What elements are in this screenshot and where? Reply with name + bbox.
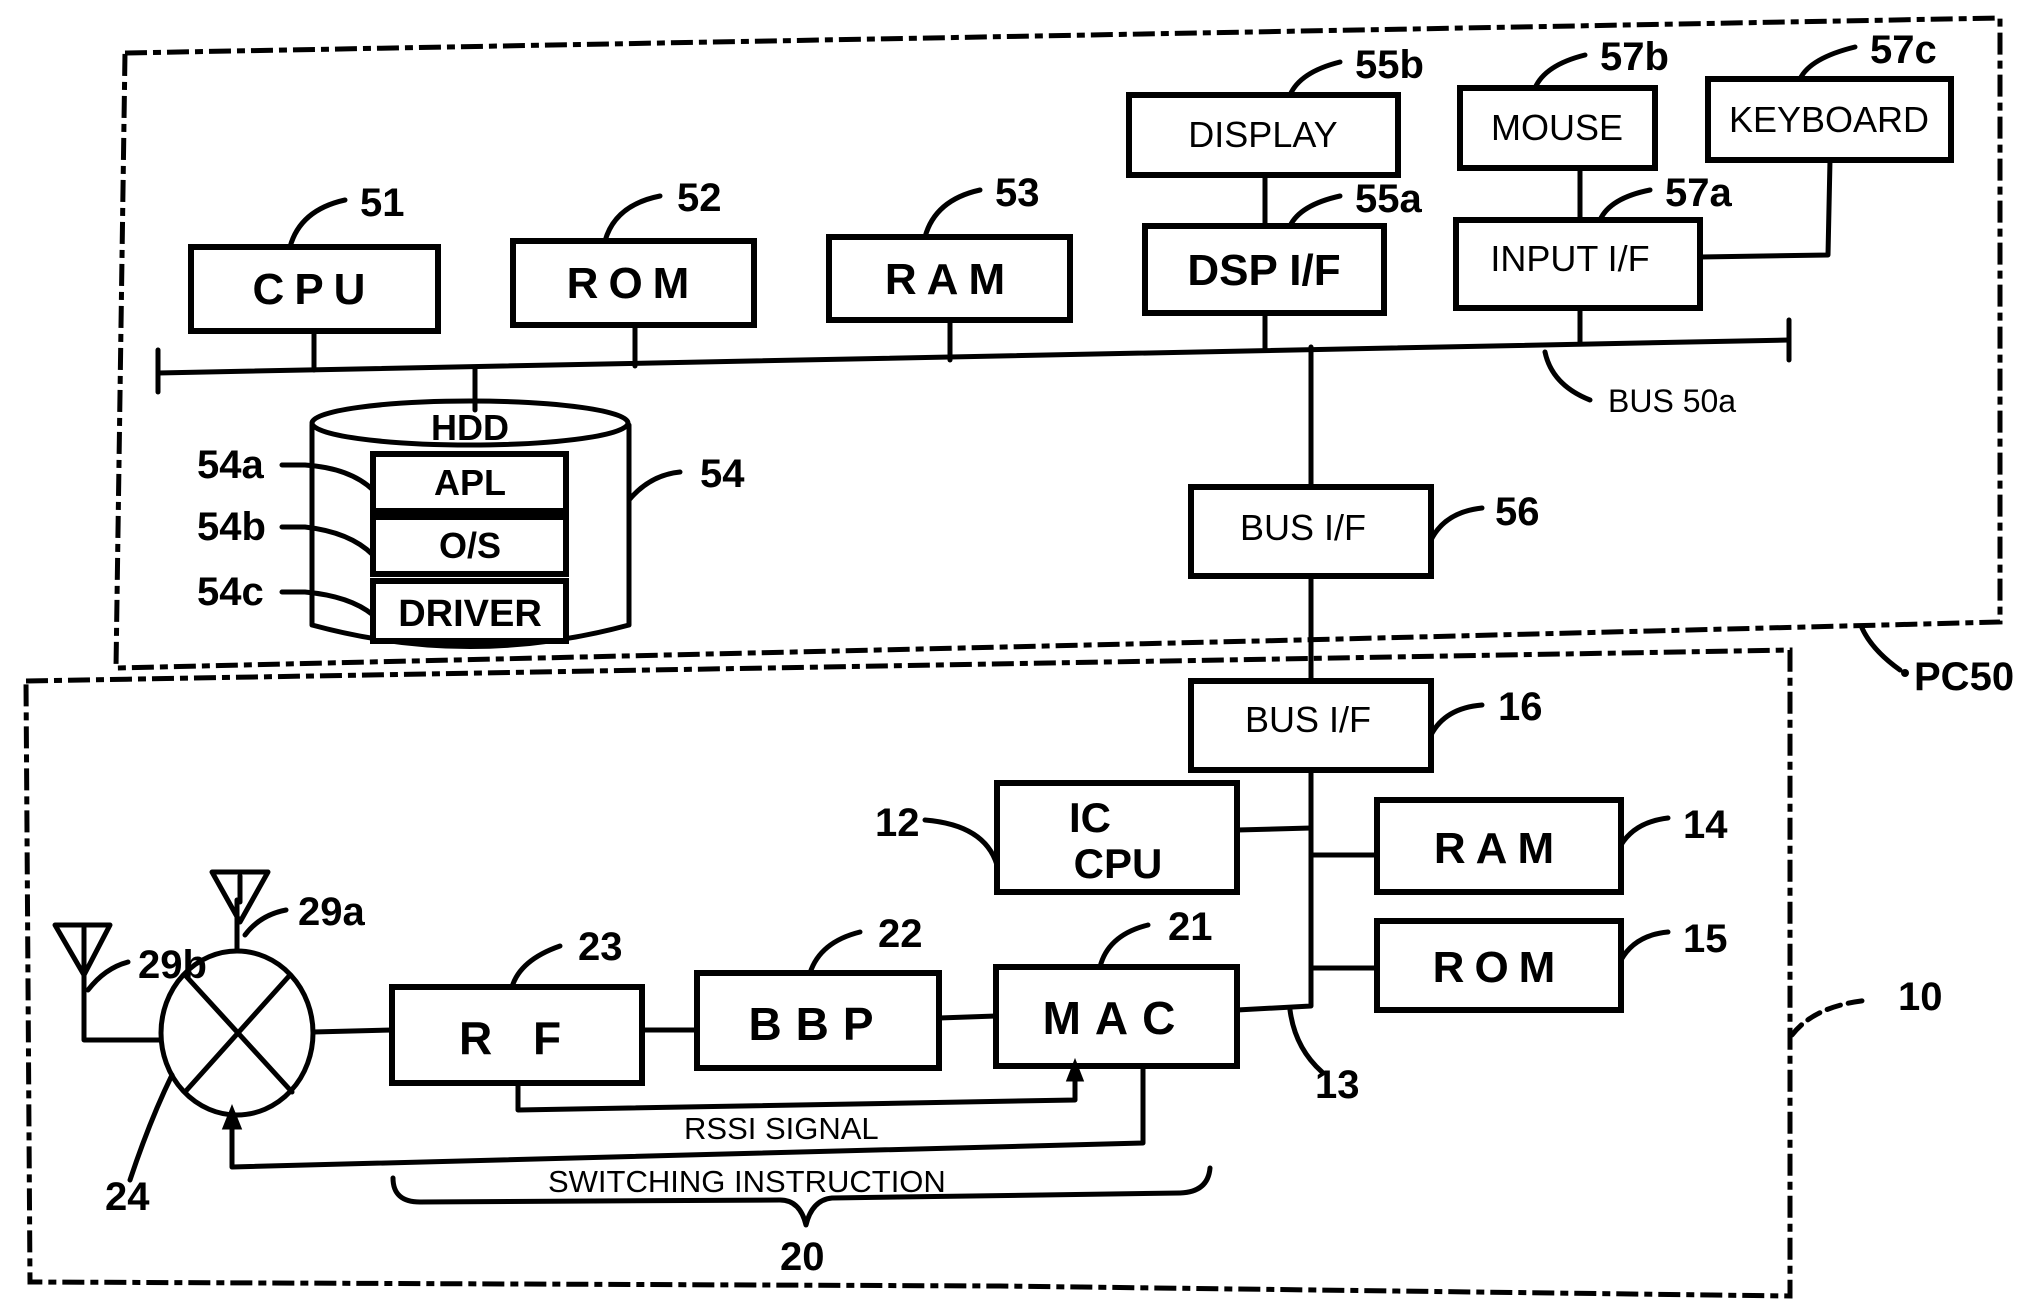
hdd-driver-label: DRIVER bbox=[398, 593, 542, 635]
pc-keyboard-ref: 57c bbox=[1870, 28, 1937, 72]
pc-cpu-label: CPU bbox=[253, 265, 376, 314]
hdd-os-label: O/S bbox=[439, 525, 501, 566]
block-diagram: PC50 BUS 50a CPU 51 ROM 52 RAM 53 DISPLA… bbox=[23, 15, 2014, 1299]
card-bus-ref: 13 bbox=[1287, 1007, 1360, 1107]
antenna-29a-ref: 29a bbox=[298, 890, 365, 934]
pc-cpu-ref: 51 bbox=[360, 181, 405, 225]
pc-cpu-block: CPU 51 bbox=[188, 181, 441, 373]
pc-input-if-ref: 57a bbox=[1665, 171, 1732, 215]
pc-keyboard-block: KEYBOARD 57c bbox=[1697, 28, 1954, 260]
card-mac-label: MAC bbox=[1043, 992, 1190, 1044]
switching-arrowhead-icon bbox=[221, 1103, 243, 1130]
pc-rom-ref: 52 bbox=[677, 176, 722, 220]
pc-ram-block: RAM 53 bbox=[826, 171, 1073, 363]
pc-ram-ref: 53 bbox=[995, 171, 1040, 215]
card-rom-block: ROM 15 bbox=[1308, 917, 1728, 1013]
card-bus-if-block: BUS I/F 16 bbox=[1188, 678, 1543, 773]
pc-dsp-if-ref: 55a bbox=[1355, 177, 1422, 221]
card-mac-block: MAC 21 bbox=[993, 905, 1240, 1069]
pc-rom-block: ROM 52 bbox=[510, 176, 757, 369]
card-bus-ref-label: 13 bbox=[1315, 1063, 1360, 1107]
rssi-signal-label: RSSI SIGNAL bbox=[684, 1111, 879, 1146]
pc-ram-label: RAM bbox=[885, 255, 1015, 304]
antenna-29b: 29b bbox=[52, 922, 207, 998]
card-bbp-label: BBP bbox=[748, 998, 887, 1050]
card-rf-block: R F 23 bbox=[389, 925, 700, 1086]
card-bbp-ref: 22 bbox=[878, 912, 923, 956]
pc-bus-if-label: BUS I/F bbox=[1240, 507, 1366, 548]
card-ic-cpu-line1: IC bbox=[1069, 794, 1111, 841]
hdd-apl-label: APL bbox=[434, 462, 506, 503]
pc-ref-leader: PC50 bbox=[1859, 625, 2014, 699]
card-ram-block: RAM 14 bbox=[1308, 797, 1728, 895]
hdd-driver-ref: 54c bbox=[197, 570, 264, 614]
hdd-os-ref: 54b bbox=[197, 505, 266, 549]
pc-bus-if-block: BUS I/F 56 bbox=[1188, 484, 1540, 579]
card-ram-ref: 14 bbox=[1683, 803, 1728, 847]
pc-bus-if-ref: 56 bbox=[1495, 490, 1540, 534]
card-rom-label: ROM bbox=[1433, 943, 1566, 992]
pc-dsp-if-block: DSP I/F 55a bbox=[1142, 177, 1422, 353]
switching-instruction-label: SWITCHING INSTRUCTION bbox=[548, 1164, 946, 1199]
card-ram-label: RAM bbox=[1434, 824, 1564, 873]
card-mac-ref: 21 bbox=[1168, 905, 1213, 949]
pc-mouse-label: MOUSE bbox=[1491, 107, 1623, 148]
card-rom-ref: 15 bbox=[1683, 917, 1728, 961]
card-ref-leader: 10 bbox=[1789, 975, 1943, 1038]
hdd-label: HDD bbox=[431, 407, 509, 448]
pc-display-label: DISPLAY bbox=[1188, 114, 1337, 155]
switch-ref-label: 24 bbox=[105, 1175, 150, 1219]
pc-ref-label: PC50 bbox=[1914, 655, 2014, 699]
hdd-ref: 54 bbox=[700, 452, 745, 496]
antenna-29b-ref: 29b bbox=[138, 943, 207, 987]
pc-hdd: HDD APL O/S DRIVER 54a 54b 54c 54 bbox=[197, 365, 745, 649]
card-bus-if-ref: 16 bbox=[1498, 685, 1543, 729]
card-rf-label: R F bbox=[459, 1012, 575, 1064]
card-ref-label: 10 bbox=[1898, 975, 1943, 1019]
pc-rom-label: ROM bbox=[567, 259, 700, 308]
card-rf-ref: 23 bbox=[578, 925, 623, 969]
card-bbp-block: BBP 22 bbox=[694, 912, 999, 1071]
pc-mouse-ref: 57b bbox=[1600, 35, 1669, 79]
hdd-apl-ref: 54a bbox=[197, 443, 264, 487]
card-ic-cpu-line2: CPU bbox=[1074, 840, 1163, 887]
bus-50a-label: BUS 50a bbox=[1608, 383, 1736, 419]
pc-input-if-block: INPUT I/F 57a bbox=[1453, 171, 1732, 347]
card-bus-if-label: BUS I/F bbox=[1245, 699, 1371, 740]
pc-keyboard-label: KEYBOARD bbox=[1729, 99, 1929, 140]
pc-input-if-label: INPUT I/F bbox=[1490, 238, 1649, 279]
card-ic-cpu-ref: 12 bbox=[875, 801, 920, 845]
pc-display-ref: 55b bbox=[1355, 43, 1424, 87]
pc-dsp-if-label: DSP I/F bbox=[1187, 246, 1340, 295]
card-ic-cpu-block: IC CPU 12 bbox=[875, 780, 1314, 895]
antenna-switch: 24 bbox=[81, 897, 395, 1219]
group-ref-label: 20 bbox=[780, 1235, 825, 1279]
